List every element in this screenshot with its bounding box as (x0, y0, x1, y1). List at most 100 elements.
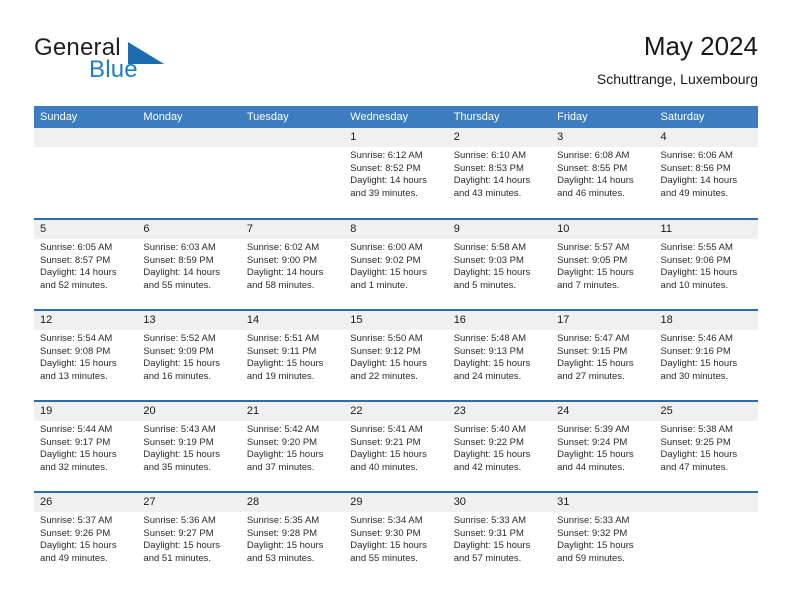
sunrise-text: Sunrise: 5:50 AM (350, 333, 423, 344)
weekday-header-saturday: Saturday (654, 106, 758, 128)
day-cell[interactable]: 8 Sunrise: 6:00 AM Sunset: 9:02 PM Daylight… (344, 218, 448, 310)
weekday-header-tuesday: Tuesday (240, 106, 345, 128)
day-cell-empty (137, 128, 241, 219)
general-blue-logo[interactable]: General Blue (34, 34, 254, 90)
daylight-text: and 30 minutes. (660, 370, 729, 382)
day-number: 9 (447, 220, 552, 239)
sunset-text: Sunset: 9:12 PM (350, 345, 421, 357)
day-cell[interactable]: 18 Sunrise: 5:46 AM Sunset: 9:16 PM Dayligh… (654, 309, 758, 401)
day-cell[interactable]: 12 Sunrise: 5:54 AM Sunset: 9:08 PM Dayligh… (34, 309, 138, 401)
day-details: Sunrise: 6:03 AM Sunset: 8:59 PM Daylight:… (137, 239, 240, 292)
day-cell[interactable]: 9 Sunrise: 5:58 AM Sunset: 9:03 PM Daylight… (447, 218, 552, 310)
sunset-text: Sunset: 9:20 PM (246, 436, 318, 448)
day-number: 3 (551, 128, 655, 147)
day-cell[interactable]: 11 Sunrise: 5:55 AM Sunset: 9:06 PM Dayligh… (654, 218, 758, 310)
calendar-week-row: 12 Sunrise: 5:54 AM Sunset: 9:08 PM Dayligh… (34, 309, 758, 401)
day-cell[interactable]: 26 Sunrise: 5:37 AM Sunset: 9:26 PM Dayligh… (34, 491, 138, 583)
day-cell[interactable]: 25 Sunrise: 5:38 AM Sunset: 9:25 PM Dayligh… (654, 400, 758, 492)
day-number: 17 (551, 311, 655, 330)
day-number: 30 (447, 493, 552, 512)
day-cell[interactable]: 15 Sunrise: 5:50 AM Sunset: 9:12 PM Dayligh… (344, 309, 448, 401)
day-details: Sunrise: 5:51 AM Sunset: 9:11 PM Daylight:… (241, 330, 344, 383)
sunrise-text: Sunrise: 6:10 AM (453, 150, 527, 161)
daylight-text: and 44 minutes. (557, 461, 625, 473)
day-cell[interactable]: 24 Sunrise: 5:39 AM Sunset: 9:24 PM Dayligh… (551, 400, 655, 492)
daylight-text: Daylight: 15 hours (660, 449, 738, 461)
day-cell[interactable]: 19 Sunrise: 5:44 AM Sunset: 9:17 PM Dayligh… (34, 400, 138, 492)
sunrise-text: Sunrise: 5:54 AM (40, 333, 113, 344)
sunset-text: Sunset: 9:03 PM (453, 254, 524, 266)
daylight-text: and 40 minutes. (350, 461, 418, 473)
day-details: Sunrise: 5:40 AM Sunset: 9:22 PM Daylight:… (448, 421, 551, 474)
day-details: Sunrise: 6:12 AM Sunset: 8:52 PM Daylight:… (344, 147, 447, 200)
day-cell[interactable]: 30 Sunrise: 5:33 AM Sunset: 9:31 PM Dayligh… (447, 491, 552, 583)
sunset-text: Sunset: 9:19 PM (143, 436, 214, 448)
day-number: 21 (240, 402, 345, 421)
day-details: Sunrise: 5:39 AM Sunset: 9:24 PM Daylight:… (551, 421, 654, 474)
weekday-header-monday: Monday (137, 106, 241, 128)
sunset-text: Sunset: 8:53 PM (453, 162, 524, 174)
day-cell[interactable]: 5 Sunrise: 6:05 AM Sunset: 8:57 PM Daylight… (34, 218, 138, 310)
day-cell[interactable]: 7 Sunrise: 6:02 AM Sunset: 9:00 PM Daylight… (240, 218, 345, 310)
day-cell[interactable]: 28 Sunrise: 5:35 AM Sunset: 9:28 PM Dayligh… (240, 491, 345, 583)
daylight-text: Daylight: 15 hours (557, 540, 634, 552)
day-details: Sunrise: 5:42 AM Sunset: 9:20 PM Daylight:… (241, 421, 344, 474)
daylight-text: and 55 minutes. (350, 552, 418, 564)
calendar-week-row: 26 Sunrise: 5:37 AM Sunset: 9:26 PM Dayligh… (34, 491, 758, 583)
sunset-text: Sunset: 9:28 PM (246, 527, 318, 539)
daylight-text: and 32 minutes. (40, 461, 108, 473)
sunrise-text: Sunrise: 6:05 AM (40, 242, 113, 253)
daylight-text: Daylight: 15 hours (143, 540, 220, 552)
weekday-header-thursday: Thursday (447, 106, 552, 128)
day-cell[interactable]: 4 Sunrise: 6:06 AM Sunset: 8:56 PM Daylight… (654, 128, 758, 219)
sunset-text: Sunset: 8:52 PM (350, 162, 421, 174)
daylight-text: Daylight: 15 hours (557, 449, 634, 461)
day-cell[interactable]: 23 Sunrise: 5:40 AM Sunset: 9:22 PM Dayligh… (447, 400, 552, 492)
day-number: 5 (34, 220, 138, 239)
sunrise-text: Sunrise: 6:03 AM (143, 242, 216, 253)
daylight-text: Daylight: 15 hours (453, 267, 531, 279)
day-details: Sunrise: 5:35 AM Sunset: 9:28 PM Daylight:… (241, 512, 344, 565)
day-cell[interactable]: 2 Sunrise: 6:10 AM Sunset: 8:53 PM Daylight… (447, 128, 552, 219)
day-cell[interactable]: 3 Sunrise: 6:08 AM Sunset: 8:55 PM Daylight… (551, 128, 655, 219)
day-number: 31 (551, 493, 655, 512)
sunset-text: Sunset: 9:27 PM (143, 527, 214, 539)
daylight-text: and 49 minutes. (660, 187, 729, 199)
daylight-text: Daylight: 15 hours (453, 449, 531, 461)
day-cell[interactable]: 20 Sunrise: 5:43 AM Sunset: 9:19 PM Dayligh… (137, 400, 241, 492)
day-cell[interactable]: 16 Sunrise: 5:48 AM Sunset: 9:13 PM Dayligh… (447, 309, 552, 401)
day-cell[interactable]: 10 Sunrise: 5:57 AM Sunset: 9:05 PM Dayligh… (551, 218, 655, 310)
day-details: Sunrise: 6:05 AM Sunset: 8:57 PM Daylight:… (34, 239, 137, 292)
daylight-text: and 35 minutes. (143, 461, 212, 473)
daylight-text: Daylight: 15 hours (246, 540, 324, 552)
day-number: 26 (34, 493, 138, 512)
daylight-text: and 24 minutes. (453, 370, 522, 382)
sunrise-text: Sunrise: 5:38 AM (660, 424, 733, 435)
day-cell[interactable]: 31 Sunrise: 5:33 AM Sunset: 9:32 PM Dayligh… (551, 491, 655, 583)
sunrise-text: Sunrise: 5:34 AM (350, 515, 423, 526)
daylight-text: Daylight: 15 hours (453, 358, 531, 370)
day-cell[interactable]: 6 Sunrise: 6:03 AM Sunset: 8:59 PM Daylight… (137, 218, 241, 310)
day-cell[interactable]: 29 Sunrise: 5:34 AM Sunset: 9:30 PM Dayligh… (344, 491, 448, 583)
sunrise-text: Sunrise: 5:57 AM (557, 242, 630, 253)
calendar-week-row: 19 Sunrise: 5:44 AM Sunset: 9:17 PM Dayligh… (34, 400, 758, 492)
sunset-text: Sunset: 9:05 PM (557, 254, 628, 266)
weekday-header-friday: Friday (551, 106, 655, 128)
logo-text-blue: Blue (89, 56, 138, 83)
day-cell[interactable]: 1 Sunrise: 6:12 AM Sunset: 8:52 PM Daylight… (344, 128, 448, 219)
day-cell[interactable]: 14 Sunrise: 5:51 AM Sunset: 9:11 PM Dayligh… (240, 309, 345, 401)
daylight-text: Daylight: 15 hours (350, 540, 427, 552)
day-cell[interactable]: 22 Sunrise: 5:41 AM Sunset: 9:21 PM Dayligh… (344, 400, 448, 492)
calendar-page: General Blue May 2024 Schuttrange, Luxem… (0, 0, 792, 612)
daylight-text: and 59 minutes. (557, 552, 625, 564)
day-details: Sunrise: 5:36 AM Sunset: 9:27 PM Daylight:… (137, 512, 240, 565)
day-cell[interactable]: 21 Sunrise: 5:42 AM Sunset: 9:20 PM Dayligh… (240, 400, 345, 492)
sunset-text: Sunset: 9:06 PM (660, 254, 731, 266)
day-cell-empty (34, 128, 138, 219)
daylight-text: and 7 minutes. (557, 279, 620, 291)
day-cell[interactable]: 13 Sunrise: 5:52 AM Sunset: 9:09 PM Dayligh… (137, 309, 241, 401)
day-cell[interactable]: 27 Sunrise: 5:36 AM Sunset: 9:27 PM Dayligh… (137, 491, 241, 583)
day-cell[interactable]: 17 Sunrise: 5:47 AM Sunset: 9:15 PM Dayligh… (551, 309, 655, 401)
day-details: Sunrise: 5:38 AM Sunset: 9:25 PM Daylight:… (655, 421, 758, 474)
daylight-text: and 16 minutes. (143, 370, 212, 382)
